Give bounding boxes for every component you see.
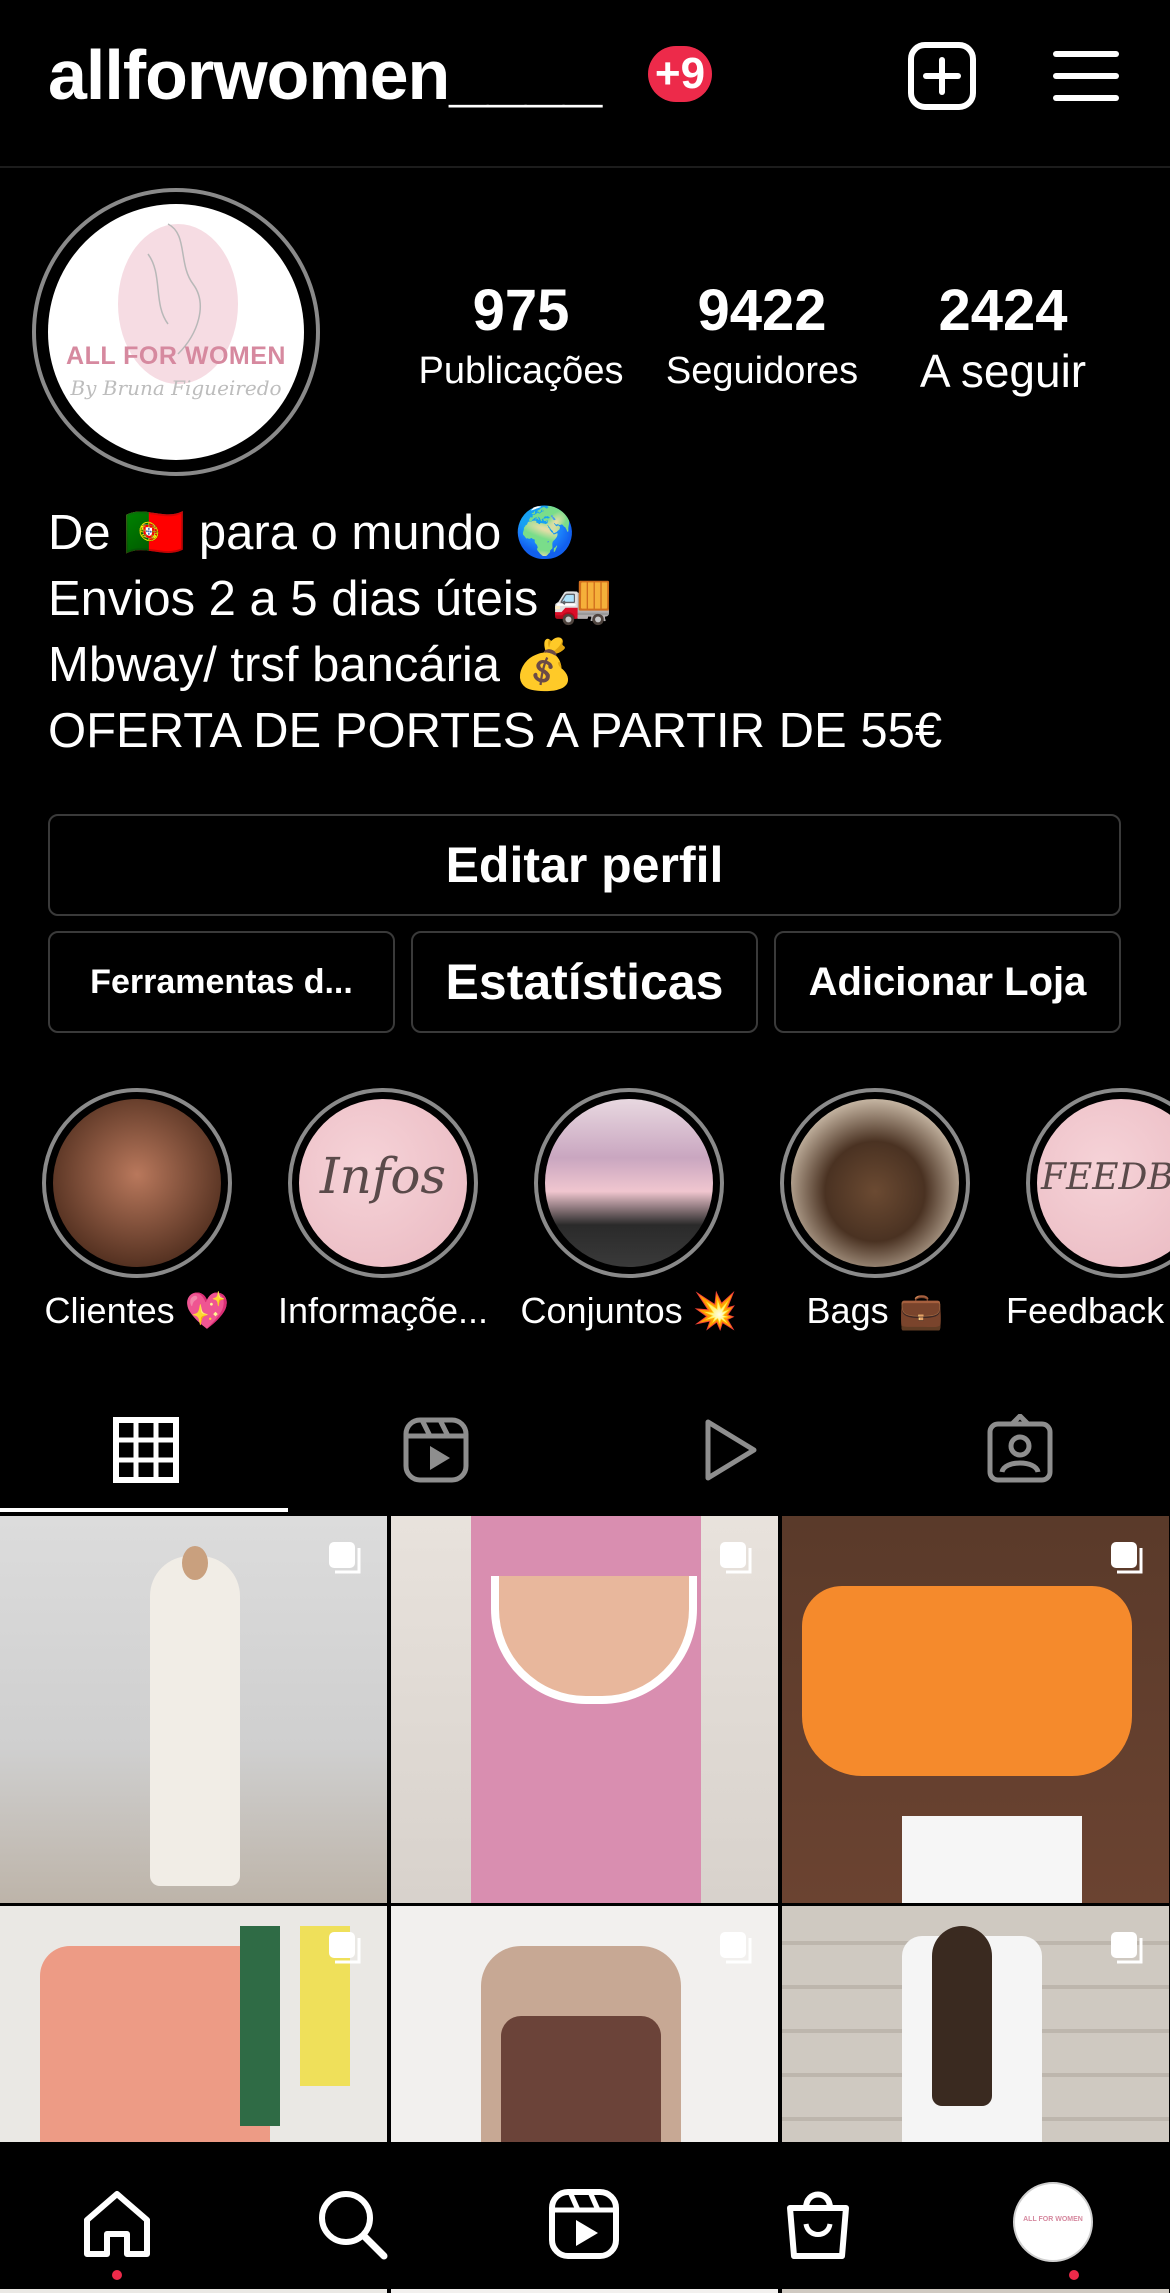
insights-button[interactable]: Estatísticas bbox=[411, 931, 758, 1033]
highlight-cover-text: Infos bbox=[319, 1147, 447, 1205]
highlight-cover bbox=[791, 1099, 959, 1267]
highlight-bags[interactable]: Bags 💼 bbox=[780, 1088, 970, 1331]
edit-profile-button[interactable]: Editar perfil bbox=[48, 814, 1121, 916]
video-play-icon[interactable] bbox=[692, 1414, 764, 1486]
add-shop-button[interactable]: Adicionar Loja bbox=[774, 931, 1121, 1033]
highlight-clientes[interactable]: Clientes 💖 bbox=[42, 1088, 232, 1331]
nav-avatar-brand: ALL FOR WOMEN bbox=[1023, 2216, 1083, 2223]
multiple-photos-icon bbox=[329, 1542, 361, 1574]
notification-badge[interactable]: +9 bbox=[648, 46, 712, 102]
stat-followers-label: Seguidores bbox=[665, 350, 859, 392]
multiple-photos-icon bbox=[329, 1932, 361, 1964]
highlight-conjuntos[interactable]: Conjuntos 💥 bbox=[521, 1088, 737, 1331]
menu-icon[interactable] bbox=[1050, 40, 1122, 112]
home-notification-dot bbox=[112, 2270, 122, 2280]
bio-line: De 🇵🇹 para o mundo 🌍 bbox=[48, 506, 576, 560]
tagged-icon[interactable] bbox=[984, 1414, 1056, 1486]
avatar-brand-text: ALL FOR WOMEN bbox=[66, 342, 286, 370]
stat-posts-value: 975 bbox=[472, 278, 570, 343]
active-tab-indicator bbox=[0, 1508, 288, 1512]
highlight-cover: Infos bbox=[299, 1099, 467, 1267]
bio-line: Mbway/ trsf bancária 💰 bbox=[48, 638, 575, 692]
post-thumbnail[interactable] bbox=[391, 1516, 778, 1903]
reels-nav-icon[interactable] bbox=[546, 2186, 622, 2262]
profile-avatar[interactable]: ALL FOR WOMEN By Bruna Figueiredo bbox=[48, 204, 304, 460]
avatar-subtitle: By Bruna Figueiredo bbox=[70, 376, 282, 400]
multiple-photos-icon bbox=[1111, 1542, 1143, 1574]
header-divider bbox=[0, 166, 1170, 168]
create-post-icon[interactable] bbox=[906, 40, 978, 112]
stat-followers-value: 9422 bbox=[697, 278, 827, 343]
highlight-label: Bags 💼 bbox=[806, 1290, 944, 1331]
grid-icon[interactable] bbox=[110, 1414, 182, 1486]
highlight-feedback[interactable]: FEEDBACK Feedback bbox=[1006, 1088, 1170, 1331]
post-thumbnail[interactable] bbox=[0, 1516, 387, 1903]
stat-following-value: 2424 bbox=[938, 278, 1068, 343]
profile-notification-dot bbox=[1069, 2270, 1079, 2280]
stat-following-label: A seguir bbox=[919, 345, 1087, 397]
home-icon[interactable] bbox=[79, 2186, 155, 2262]
multiple-photos-icon bbox=[720, 1542, 752, 1574]
reels-icon[interactable] bbox=[400, 1414, 472, 1486]
professional-tools-button[interactable]: Ferramentas d... bbox=[48, 931, 395, 1033]
multiple-photos-icon bbox=[720, 1932, 752, 1964]
stat-posts[interactable]: 975 Publicações bbox=[410, 276, 632, 396]
search-icon[interactable] bbox=[314, 2186, 390, 2262]
highlight-cover-text: FEEDBACK bbox=[1041, 1157, 1170, 1198]
stat-following[interactable]: 2424 A seguir bbox=[892, 276, 1114, 396]
stat-posts-label: Publicações bbox=[418, 350, 624, 392]
shop-icon[interactable] bbox=[780, 2186, 856, 2262]
highlight-cover: FEEDBACK bbox=[1037, 1099, 1170, 1267]
highlight-label: Feedback bbox=[1006, 1290, 1165, 1331]
highlight-cover bbox=[545, 1099, 713, 1267]
post-thumbnail[interactable] bbox=[782, 1516, 1169, 1903]
highlight-cover bbox=[53, 1099, 221, 1267]
profile-avatar-nav[interactable]: ALL FOR WOMEN bbox=[1013, 2182, 1093, 2262]
profile-bio: De 🇵🇹 para o mundo 🌍 Envios 2 a 5 dias ú… bbox=[48, 500, 942, 764]
bio-line: Envios 2 a 5 dias úteis 🚚 bbox=[48, 572, 613, 626]
profile-username[interactable]: allforwomen____ bbox=[48, 30, 602, 120]
bio-line: OFERTA DE PORTES A PARTIR DE 55€ bbox=[48, 704, 943, 758]
multiple-photos-icon bbox=[1111, 1932, 1143, 1964]
stat-followers[interactable]: 9422 Seguidores bbox=[648, 276, 876, 396]
highlight-infos[interactable]: Infos Informaçõe... bbox=[278, 1088, 488, 1331]
